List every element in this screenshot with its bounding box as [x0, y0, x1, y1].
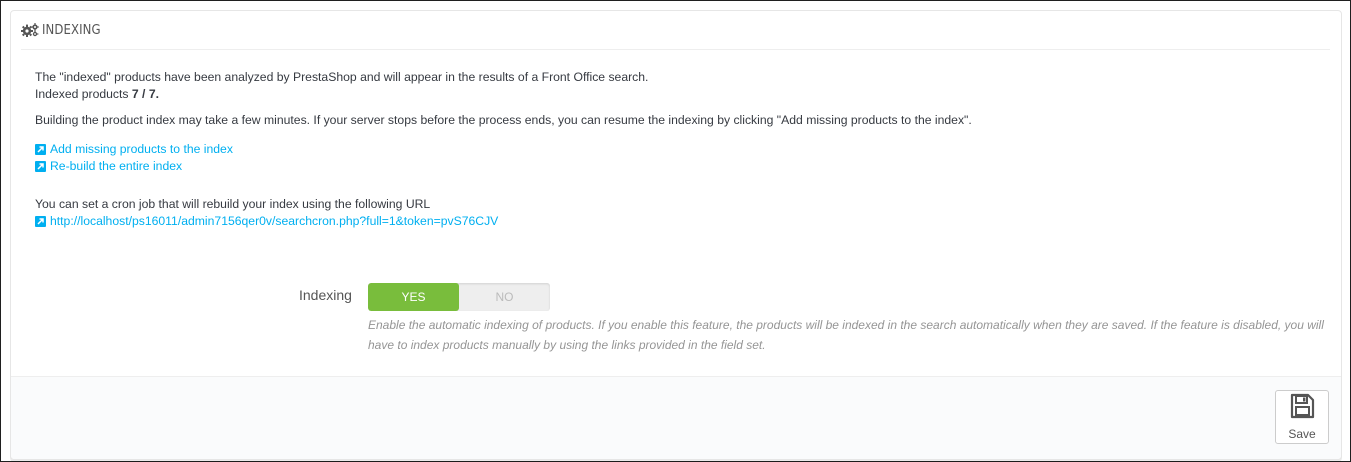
indexing-help-text: Enable the automatic indexing of product…: [368, 318, 1324, 352]
build-note: Building the product index may take a fe…: [35, 113, 972, 127]
panel-footer: Save: [11, 376, 1341, 459]
external-link-icon: [35, 216, 46, 227]
indexing-switch[interactable]: YES NO: [368, 283, 550, 311]
cron-url-label: http://localhost/ps16011/admin7156qer0v/…: [50, 214, 499, 228]
indexed-products-line: Indexed products 7 / 7.: [35, 86, 1325, 103]
window-frame: Indexing The "indexed" products have bee…: [0, 0, 1351, 462]
indexing-field-label: Indexing: [299, 287, 352, 303]
add-missing-link-label: Add missing products to the index: [50, 142, 233, 156]
external-link-icon: [35, 161, 46, 172]
rebuild-index-link[interactable]: Re-build the entire index: [35, 158, 1325, 175]
switch-yes-option[interactable]: YES: [368, 283, 459, 311]
cron-url-link[interactable]: http://localhost/ps16011/admin7156qer0v/…: [35, 213, 1325, 230]
indexed-suffix: .: [155, 87, 159, 101]
rebuild-index-link-label: Re-build the entire index: [50, 159, 183, 173]
indexed-label: Indexed products: [35, 87, 132, 101]
indexing-panel: Indexing The "indexed" products have bee…: [10, 10, 1342, 460]
panel-heading: Indexing: [21, 11, 1330, 50]
save-button[interactable]: Save: [1275, 390, 1329, 444]
cron-text: You can set a cron job that will rebuild…: [35, 197, 431, 211]
cogs-icon: [21, 23, 39, 37]
save-button-label: Save: [1288, 427, 1316, 441]
switch-no-option[interactable]: NO: [459, 283, 550, 311]
intro-text: The "indexed" products have been analyze…: [35, 70, 649, 84]
add-missing-link[interactable]: Add missing products to the index: [35, 141, 1325, 158]
save-icon: [1289, 393, 1315, 424]
panel-body: The "indexed" products have been analyze…: [35, 69, 1325, 230]
external-link-icon: [35, 144, 46, 155]
indexed-count: 7 / 7: [131, 87, 156, 101]
panel-title: Indexing: [42, 22, 101, 38]
